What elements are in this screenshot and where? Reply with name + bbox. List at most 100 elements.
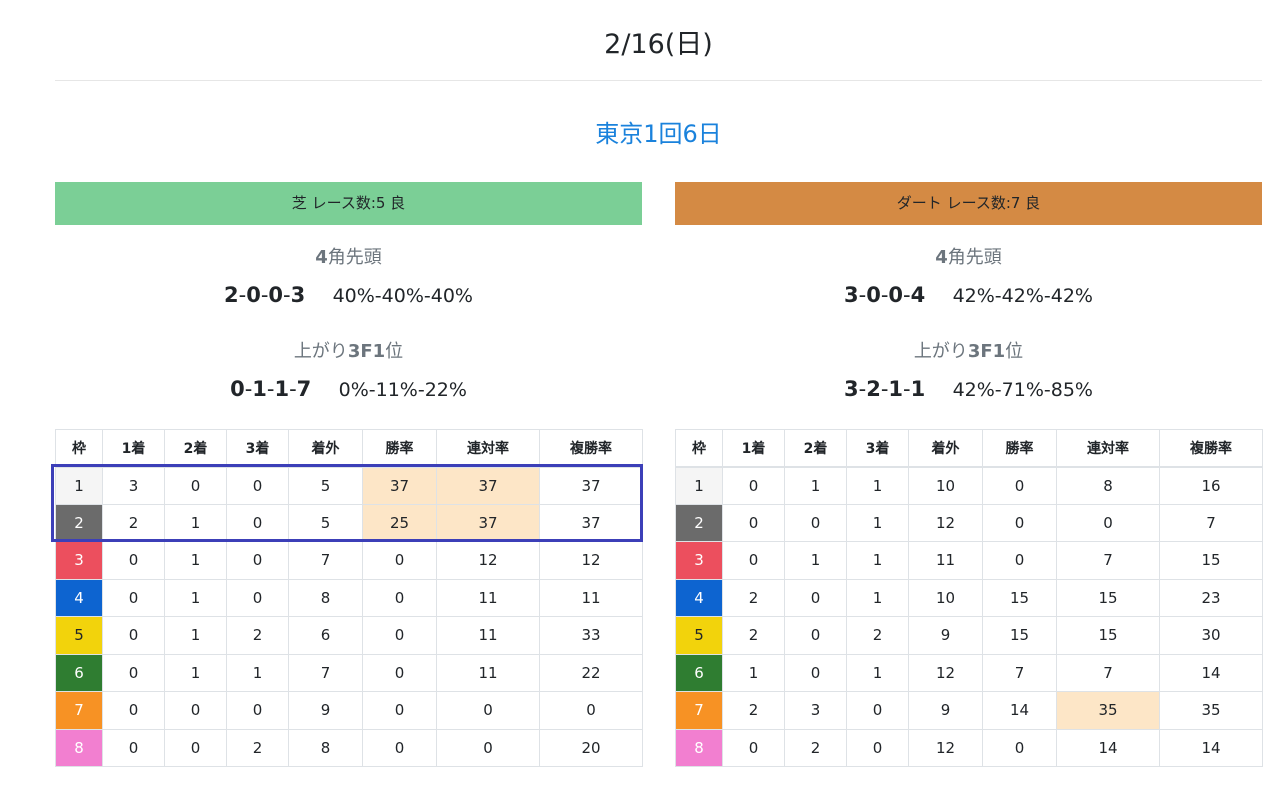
table-cell: 20	[539, 728, 643, 767]
column-header: 3着	[846, 429, 909, 468]
table-cell: 2	[846, 616, 909, 655]
table-cell: 11	[908, 541, 983, 580]
table-cell: 12	[908, 728, 983, 767]
turf-stats-table: 枠 1着 2着 3着 着外 勝率 連対率 複勝率 1 3 0 0 5 37 37 37 2 2 1 0 5 25 37 37…	[55, 429, 643, 767]
table-cell: 2	[102, 503, 165, 542]
turf-last3f-value: 0-1-1-7 0%-11%-22%	[55, 377, 642, 405]
table-cell: 8	[1056, 466, 1160, 505]
waku-number-cell: 3	[55, 541, 103, 580]
turf-header: 芝 レース数:5 良	[55, 182, 642, 225]
table-cell: 0	[362, 541, 437, 580]
column-header: 枠	[55, 429, 103, 468]
table-cell: 0	[722, 466, 785, 505]
table-cell: 0	[102, 728, 165, 767]
table-row: 4 2 0 1 10 15 15 23	[675, 578, 1263, 617]
column-header: 1着	[102, 429, 165, 468]
dirt-last3f-pct: 42%-71%-85%	[952, 379, 1093, 401]
table-row: 3 0 1 1 11 0 7 15	[675, 541, 1263, 580]
table-cell: 1	[164, 541, 227, 580]
dirt-stats-table: 枠 1着 2着 3着 着外 勝率 連対率 複勝率 1 0 1 1 10 0 8 16 2 0 0 1 12 0 0 7 3 0 1…	[675, 429, 1263, 767]
table-row: 6 1 0 1 12 7 7 14	[675, 653, 1263, 692]
table-cell: 2	[226, 728, 289, 767]
table-cell: 37	[362, 466, 437, 505]
table-cell: 0	[784, 616, 847, 655]
table-cell: 35	[1159, 691, 1263, 730]
table-cell: 33	[539, 616, 643, 655]
table-row: 1 3 0 0 5 37 37 37	[55, 466, 643, 505]
table-cell: 1	[846, 503, 909, 542]
table-cell: 7	[288, 541, 363, 580]
dirt-front-label: 4角先頭	[935, 247, 1002, 268]
table-cell: 22	[539, 653, 643, 692]
table-cell: 0	[982, 728, 1057, 767]
column-header: 1着	[722, 429, 785, 468]
table-cell: 15	[1056, 616, 1160, 655]
table-cell: 0	[362, 653, 437, 692]
table-cell: 0	[722, 728, 785, 767]
column-header: 枠	[675, 429, 723, 468]
table-cell: 1	[164, 578, 227, 617]
table-cell: 6	[288, 616, 363, 655]
dirt-last3f-record: 3-2-1-1	[844, 377, 926, 401]
table-cell: 0	[539, 691, 643, 730]
table-cell: 7	[288, 653, 363, 692]
turf-front-label: 4角先頭	[315, 247, 382, 268]
table-cell: 0	[784, 503, 847, 542]
table-cell: 0	[226, 578, 289, 617]
waku-number-cell: 1	[55, 466, 103, 505]
waku-number-cell: 8	[675, 728, 723, 767]
column-header: 3着	[226, 429, 289, 468]
table-header-row: 枠 1着 2着 3着 着外 勝率 連対率 複勝率	[55, 429, 643, 468]
waku-number-cell: 6	[55, 653, 103, 692]
column-header: 複勝率	[539, 429, 643, 468]
table-cell: 0	[846, 691, 909, 730]
table-cell: 14	[1159, 728, 1263, 767]
waku-number-cell: 4	[675, 578, 723, 617]
table-cell: 3	[784, 691, 847, 730]
table-cell: 15	[1159, 541, 1263, 580]
column-header: 勝率	[982, 429, 1057, 468]
table-cell: 11	[539, 578, 643, 617]
table-cell: 0	[102, 616, 165, 655]
table-cell: 12	[908, 503, 983, 542]
table-cell: 0	[362, 728, 437, 767]
table-cell: 1	[846, 578, 909, 617]
table-cell: 14	[982, 691, 1057, 730]
table-cell: 15	[1056, 578, 1160, 617]
table-cell: 35	[1056, 691, 1160, 730]
table-cell: 0	[164, 691, 227, 730]
dirt-front-value: 3-0-0-4 42%-42%-42%	[675, 283, 1262, 311]
column-header: 2着	[164, 429, 227, 468]
column-header: 連対率	[436, 429, 540, 468]
table-cell: 12	[908, 653, 983, 692]
table-cell: 12	[436, 541, 540, 580]
table-row: 5 0 1 2 6 0 11 33	[55, 616, 643, 655]
table-cell: 0	[102, 541, 165, 580]
table-cell: 7	[1159, 503, 1263, 542]
column-header: 着外	[288, 429, 363, 468]
table-row: 6 0 1 1 7 0 11 22	[55, 653, 643, 692]
title-divider	[55, 80, 1262, 81]
table-cell: 0	[722, 503, 785, 542]
table-cell: 8	[288, 578, 363, 617]
table-cell: 0	[436, 728, 540, 767]
table-cell: 1	[722, 653, 785, 692]
table-row: 2 0 0 1 12 0 0 7	[675, 503, 1263, 542]
table-cell: 16	[1159, 466, 1263, 505]
meeting-link[interactable]: 東京1回6日	[55, 114, 1262, 149]
waku-number-cell: 1	[675, 466, 723, 505]
table-cell: 0	[362, 691, 437, 730]
table-cell: 1	[164, 616, 227, 655]
page-title: 2/16(日)	[604, 29, 713, 60]
table-cell: 37	[539, 503, 643, 542]
table-cell: 1	[164, 503, 227, 542]
table-cell: 0	[1056, 503, 1160, 542]
waku-number-cell: 4	[55, 578, 103, 617]
dirt-front-pct: 42%-42%-42%	[952, 285, 1093, 307]
table-cell: 0	[982, 503, 1057, 542]
turf-last3f-pct: 0%-11%-22%	[338, 379, 467, 401]
table-cell: 0	[722, 541, 785, 580]
waku-number-cell: 7	[55, 691, 103, 730]
table-cell: 0	[982, 541, 1057, 580]
turf-last3f-label: 上がり3F1位	[293, 341, 404, 362]
